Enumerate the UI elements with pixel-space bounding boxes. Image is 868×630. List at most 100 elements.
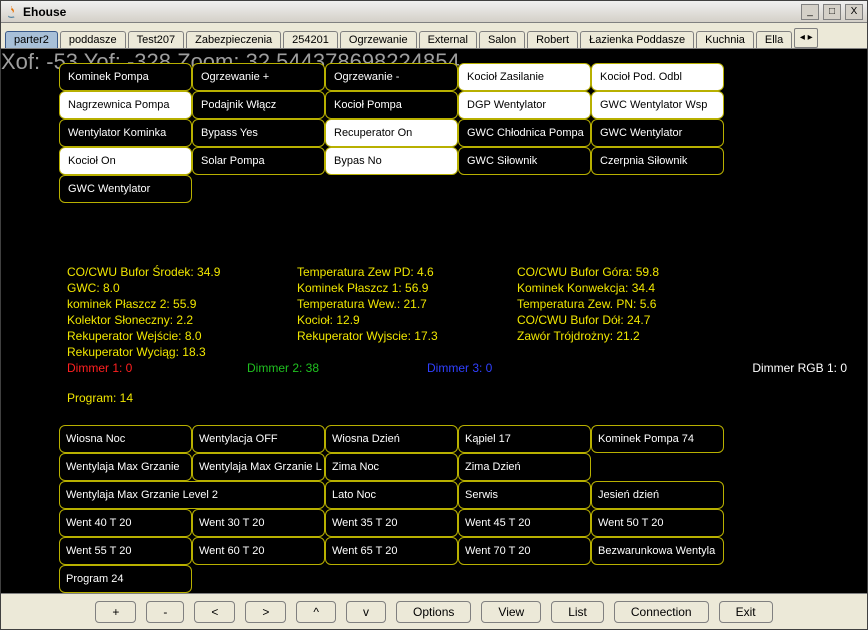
close-button[interactable]: X <box>845 4 863 20</box>
control-button[interactable]: GWC Wentylator <box>591 119 724 147</box>
control-button[interactable]: GWC Siłownik <box>458 147 591 175</box>
control-button[interactable]: GWC Wentylator <box>59 175 192 203</box>
control-button[interactable]: Kocioł Pod. Odbl <box>591 63 724 91</box>
program-button[interactable]: Went 70 T 20 <box>458 537 591 565</box>
stat-line: Kominek Konwekcja: 34.4 <box>517 281 737 295</box>
program-button[interactable]: Went 30 T 20 <box>192 509 325 537</box>
pan-left-button[interactable]: < <box>194 601 235 623</box>
app-window: Ehouse _ □ X parter2 poddasze Test207 Za… <box>0 0 868 630</box>
program-button[interactable]: Went 35 T 20 <box>325 509 458 537</box>
program-button[interactable]: Wentylaja Max Grzanie <box>59 453 192 481</box>
tab-lazienka[interactable]: Łazienka Poddasze <box>580 31 694 48</box>
main-canvas: Xof: -53 Yof: -328 Zoom: 32.544378698224… <box>1 49 867 593</box>
stats-block: CO/CWU Bufor Środek: 34.9 GWC: 8.0 kominek… <box>67 265 847 405</box>
program-button[interactable]: Went 65 T 20 <box>325 537 458 565</box>
program-grid: Wiosna NocWentylacja OFFWiosna DzieńKąpi… <box>59 425 739 593</box>
program-button[interactable]: Went 40 T 20 <box>59 509 192 537</box>
stat-line: Rekuperator Wejście: 8.0 <box>67 329 277 343</box>
control-button[interactable]: Ogrzewanie - <box>325 63 458 91</box>
control-button[interactable]: Solar Pompa <box>192 147 325 175</box>
program-button[interactable]: Jesień dzień <box>591 481 724 509</box>
program-button[interactable]: Program 24 <box>59 565 192 593</box>
tab-scroll-button[interactable]: ◂ ▸ <box>794 28 818 48</box>
program-button[interactable]: Wiosna Noc <box>59 425 192 453</box>
control-button[interactable]: Nagrzewnica Pompa <box>59 91 192 119</box>
tab-ogrzewanie[interactable]: Ogrzewanie <box>340 31 417 48</box>
program-button[interactable]: Bezwarunkowa Wentyla <box>591 537 724 565</box>
program-button[interactable]: Wentylaja Max Grzanie L <box>192 453 325 481</box>
program-button[interactable]: Wiosna Dzień <box>325 425 458 453</box>
pan-up-button[interactable]: ^ <box>296 601 336 623</box>
exit-button[interactable]: Exit <box>719 601 773 623</box>
program-button[interactable]: Went 50 T 20 <box>591 509 724 537</box>
program-button[interactable]: Kąpiel 17 <box>458 425 591 453</box>
stat-line: GWC: 8.0 <box>67 281 277 295</box>
pan-down-button[interactable]: v <box>346 601 386 623</box>
program-button[interactable]: Went 45 T 20 <box>458 509 591 537</box>
stat-line: Kominek Płaszcz 1: 56.9 <box>297 281 497 295</box>
tab-salon[interactable]: Salon <box>479 31 525 48</box>
control-button[interactable]: Kocioł On <box>59 147 192 175</box>
dimmer-rgb: Dimmer RGB 1: 0 <box>752 361 847 375</box>
program-button[interactable]: Went 55 T 20 <box>59 537 192 565</box>
program-button[interactable]: Wentylaja Max Grzanie Level 2 <box>59 481 325 509</box>
control-button[interactable]: Ogrzewanie + <box>192 63 325 91</box>
control-button[interactable]: DGP Wentylator <box>458 91 591 119</box>
control-button[interactable]: Bypas No <box>325 147 458 175</box>
tab-kuchnia[interactable]: Kuchnia <box>696 31 754 48</box>
control-button[interactable]: Bypass Yes <box>192 119 325 147</box>
tab-parter2[interactable]: parter2 <box>5 31 58 48</box>
tab-robert[interactable]: Robert <box>527 31 578 48</box>
tab-poddasze[interactable]: poddasze <box>60 31 126 48</box>
list-button[interactable]: List <box>551 601 604 623</box>
zoom-in-button[interactable]: + <box>95 601 136 623</box>
tab-bar: parter2 poddasze Test207 Zabezpieczenia … <box>1 23 867 49</box>
program-button[interactable]: Serwis <box>458 481 591 509</box>
tab-external[interactable]: External <box>419 31 477 48</box>
maximize-button[interactable]: □ <box>823 4 841 20</box>
stat-line: kominek Płaszcz 2: 55.9 <box>67 297 277 311</box>
stat-line: Kolektor Słoneczny: 2.2 <box>67 313 277 327</box>
stat-line: Kocioł: 12.9 <box>297 313 497 327</box>
program-button[interactable]: Lato Noc <box>325 481 458 509</box>
stat-line: CO/CWU Bufor Dół: 24.7 <box>517 313 737 327</box>
dimmer-2: Dimmer 2: 38 <box>247 361 427 375</box>
tab-zabezpieczenia[interactable]: Zabezpieczenia <box>186 31 281 48</box>
titlebar: Ehouse _ □ X <box>1 1 867 23</box>
tab-ella[interactable]: Ella <box>756 31 792 48</box>
program-label: Program: 14 <box>67 391 847 405</box>
program-button[interactable]: Kominek Pompa 74 <box>591 425 724 453</box>
footer-toolbar: + - < > ^ v Options View List Connection… <box>1 593 867 629</box>
stat-line: Temperatura Wew.: 21.7 <box>297 297 497 311</box>
pan-right-button[interactable]: > <box>245 601 286 623</box>
control-button[interactable]: Wentylator Kominka <box>59 119 192 147</box>
program-button[interactable]: Wentylacja OFF <box>192 425 325 453</box>
control-grid: Kominek PompaOgrzewanie +Ogrzewanie -Koc… <box>59 63 739 175</box>
control-button[interactable]: Kominek Pompa <box>59 63 192 91</box>
control-button[interactable]: Podajnik Włącz <box>192 91 325 119</box>
dimmer-1: Dimmer 1: 0 <box>67 361 247 375</box>
control-grid-row5: GWC Wentylator <box>59 175 739 203</box>
options-button[interactable]: Options <box>396 601 471 623</box>
program-button[interactable]: Went 60 T 20 <box>192 537 325 565</box>
stat-line: Rekuperator Wyjscie: 17.3 <box>297 329 497 343</box>
view-button[interactable]: View <box>481 601 541 623</box>
control-button[interactable]: Kocioł Pompa <box>325 91 458 119</box>
program-button[interactable]: Zima Dzień <box>458 453 591 481</box>
program-button[interactable]: Zima Noc <box>325 453 458 481</box>
control-button[interactable]: Kocioł Zasilanie <box>458 63 591 91</box>
control-button[interactable]: GWC Wentylator Wsp <box>591 91 724 119</box>
connection-button[interactable]: Connection <box>614 601 709 623</box>
tab-254201[interactable]: 254201 <box>283 31 338 48</box>
control-button[interactable]: GWC Chłodnica Pompa <box>458 119 591 147</box>
control-button[interactable]: Czerpnia Siłownik <box>591 147 724 175</box>
minimize-button[interactable]: _ <box>801 4 819 20</box>
stat-line: Rekuperator Wyciąg: 18.3 <box>67 345 277 359</box>
control-button[interactable]: Recuperator On <box>325 119 458 147</box>
stat-line: Temperatura Zew PD: 4.6 <box>297 265 497 279</box>
tab-test207[interactable]: Test207 <box>128 31 185 48</box>
stat-line: CO/CWU Bufor Środek: 34.9 <box>67 265 277 279</box>
dimmer-3: Dimmer 3: 0 <box>427 361 607 375</box>
window-title: Ehouse <box>23 5 66 19</box>
zoom-out-button[interactable]: - <box>146 601 184 623</box>
